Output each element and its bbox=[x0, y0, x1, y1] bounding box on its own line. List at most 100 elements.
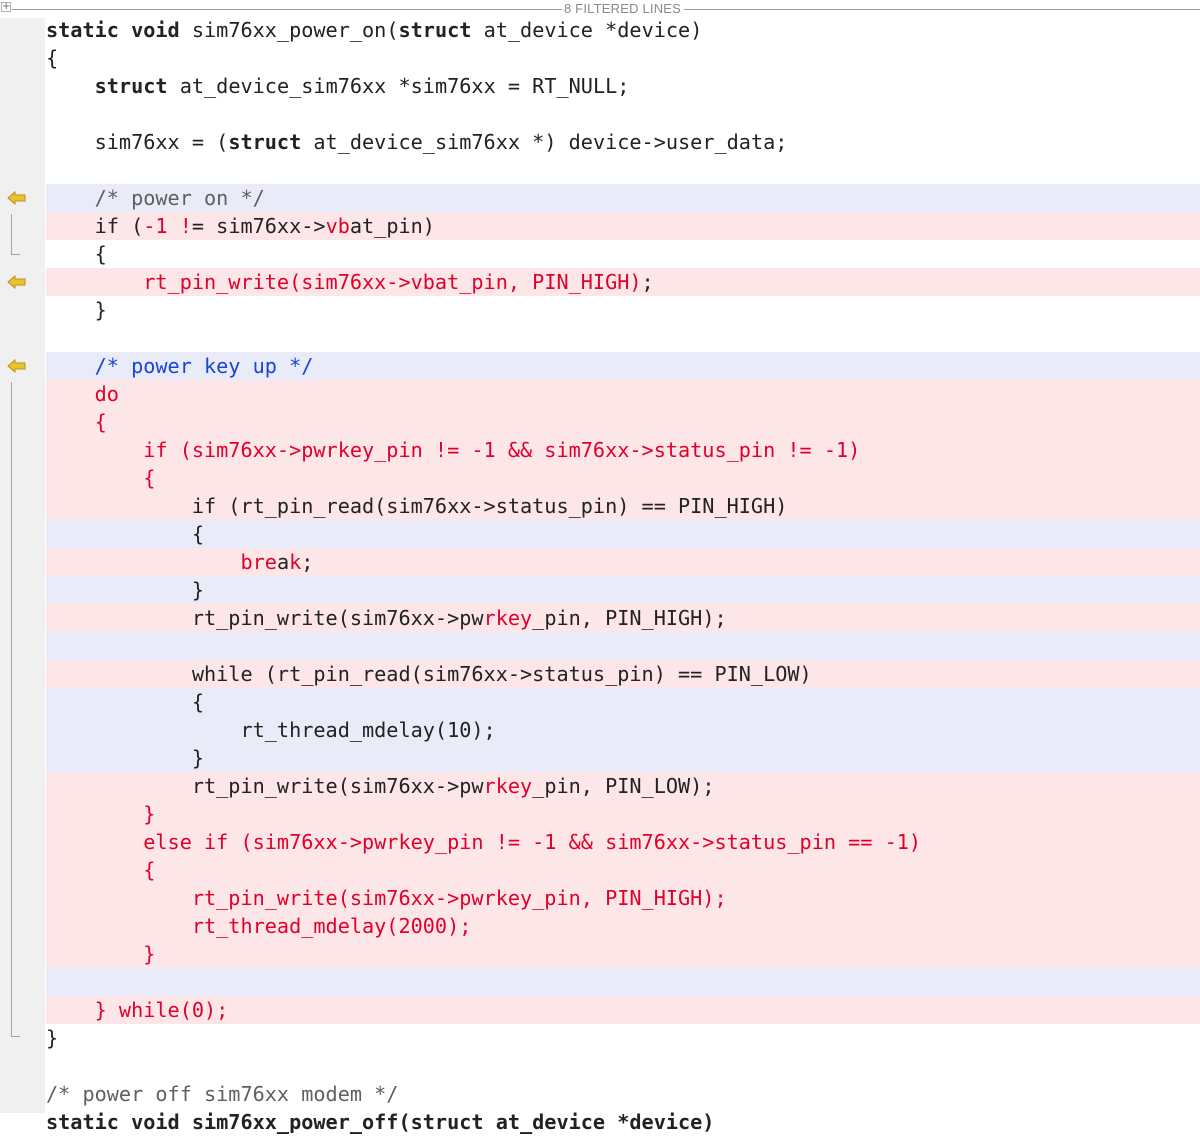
code-line[interactable]: { bbox=[46, 688, 1200, 716]
code-token: { bbox=[46, 242, 107, 266]
code-token: { bbox=[46, 858, 156, 882]
change-bracket bbox=[11, 382, 20, 1037]
code-token: at_pin) bbox=[349, 214, 435, 238]
code-token: } bbox=[46, 1026, 59, 1050]
code-line[interactable] bbox=[46, 968, 1200, 996]
code-token: -1 bbox=[143, 214, 168, 238]
code-token: rkey bbox=[483, 606, 533, 630]
code-token: } bbox=[46, 746, 205, 770]
code-token: at_device_sim76xx *sim76xx = RT_NULL; bbox=[167, 74, 630, 98]
code-line[interactable] bbox=[46, 1052, 1200, 1080]
code-line[interactable]: do bbox=[46, 380, 1200, 408]
code-token: if (sim76xx->pwrkey_pin != -1 && sim76xx… bbox=[46, 438, 861, 462]
code-line[interactable]: { bbox=[46, 520, 1200, 548]
code-line[interactable]: { bbox=[46, 408, 1200, 436]
code-token: bre bbox=[240, 550, 277, 574]
code-token: ; bbox=[301, 550, 314, 574]
code-token: sim76xx = ( bbox=[46, 130, 229, 154]
code-line[interactable]: if (rt_pin_read(sim76xx->status_pin) == … bbox=[46, 492, 1200, 520]
code-token: static void sim76xx_power_off(struct at_… bbox=[46, 1110, 715, 1134]
code-token: { bbox=[46, 410, 107, 434]
code-token: struct bbox=[398, 18, 472, 42]
code-line[interactable]: else if (sim76xx->pwrkey_pin != -1 && si… bbox=[46, 828, 1200, 856]
code-line[interactable]: break; bbox=[46, 548, 1200, 576]
code-token: } while(0); bbox=[46, 998, 229, 1022]
code-token: { bbox=[46, 522, 205, 546]
code-token: else if (sim76xx->pwrkey_pin != -1 && si… bbox=[46, 830, 922, 854]
code-token: = sim76xx-> bbox=[191, 214, 326, 238]
code-line[interactable]: if (sim76xx->pwrkey_pin != -1 && sim76xx… bbox=[46, 436, 1200, 464]
code-line[interactable] bbox=[46, 324, 1200, 352]
code-line[interactable]: } bbox=[46, 576, 1200, 604]
code-line[interactable]: rt_thread_mdelay(2000); bbox=[46, 912, 1200, 940]
code-token: if (rt_pin_read(sim76xx->status_pin) == … bbox=[46, 494, 788, 518]
code-token: { bbox=[46, 46, 59, 70]
code-line[interactable]: static void sim76xx_power_on(struct at_d… bbox=[46, 16, 1200, 44]
code-line[interactable]: } while(0); bbox=[46, 996, 1200, 1024]
code-line[interactable]: if (-1 != sim76xx->vbat_pin) bbox=[46, 212, 1200, 240]
code-token: /* power off sim76xx modem */ bbox=[46, 1082, 399, 1106]
code-line[interactable]: sim76xx = (struct at_device_sim76xx *) d… bbox=[46, 128, 1200, 156]
code-line[interactable]: while (rt_pin_read(sim76xx->status_pin) … bbox=[46, 660, 1200, 688]
code-line[interactable] bbox=[46, 156, 1200, 184]
code-line[interactable]: /* power off sim76xx modem */ bbox=[46, 1080, 1200, 1108]
code-token: _pin, PIN_HIGH); bbox=[532, 606, 727, 630]
diff-gutter bbox=[0, 18, 45, 1113]
code-line[interactable]: static void sim76xx_power_off(struct at_… bbox=[46, 1108, 1200, 1136]
code-token: rt_thread_mdelay(2000); bbox=[46, 914, 472, 938]
code-line[interactable]: { bbox=[46, 44, 1200, 72]
code-token: } bbox=[46, 942, 156, 966]
code-line[interactable]: { bbox=[46, 240, 1200, 268]
code-line[interactable]: } bbox=[46, 744, 1200, 772]
code-line[interactable]: /* power on */ bbox=[46, 184, 1200, 212]
code-token: k bbox=[289, 550, 302, 574]
code-line[interactable] bbox=[46, 632, 1200, 660]
code-token: rt_pin_write(sim76xx->pw bbox=[46, 606, 484, 630]
code-token: if ( bbox=[46, 214, 144, 238]
code-line[interactable]: struct at_device_sim76xx *sim76xx = RT_N… bbox=[46, 72, 1200, 100]
arrow-left-icon[interactable] bbox=[7, 190, 27, 206]
code-line[interactable]: } bbox=[46, 800, 1200, 828]
code-line[interactable]: rt_thread_mdelay(10); bbox=[46, 716, 1200, 744]
code-token: rkey bbox=[483, 774, 533, 798]
code-token: } bbox=[46, 298, 107, 322]
code-token: rt_thread_mdelay(10); bbox=[46, 718, 496, 742]
code-token: { bbox=[46, 466, 156, 490]
code-token: sim76xx_power_on( bbox=[179, 18, 399, 42]
code-token: at_device_sim76xx *) device->user_data; bbox=[301, 130, 788, 154]
code-token: do bbox=[46, 382, 119, 406]
code-token: while (rt_pin_read(sim76xx->status_pin) … bbox=[46, 662, 812, 686]
arrow-left-icon[interactable] bbox=[7, 274, 27, 290]
code-line[interactable]: rt_pin_write(sim76xx->vbat_pin, PIN_HIGH… bbox=[46, 268, 1200, 296]
code-token: vb bbox=[325, 214, 350, 238]
code-line[interactable]: } bbox=[46, 1024, 1200, 1052]
code-token: rt_pin_write(sim76xx->pw bbox=[46, 774, 484, 798]
code-token: /* power on */ bbox=[46, 186, 265, 210]
code-line[interactable]: /* power key up */ bbox=[46, 352, 1200, 380]
code-line[interactable]: rt_pin_write(sim76xx->pwrkey_pin, PIN_HI… bbox=[46, 884, 1200, 912]
code-line[interactable]: } bbox=[46, 296, 1200, 324]
code-token: at_device *device) bbox=[471, 18, 703, 42]
code-token: static void bbox=[46, 18, 180, 42]
code-token: ; bbox=[641, 270, 654, 294]
arrow-left-icon[interactable] bbox=[7, 358, 27, 374]
code-line[interactable]: { bbox=[46, 856, 1200, 884]
code-line[interactable] bbox=[46, 100, 1200, 128]
code-token: ! bbox=[179, 214, 192, 238]
code-line[interactable]: { bbox=[46, 464, 1200, 492]
code-token: rt_pin_write(sim76xx->pwrkey_pin, PIN_HI… bbox=[46, 886, 727, 910]
code-token: rt_pin_write(sim76xx->vbat_pin, PIN_HIGH… bbox=[143, 270, 642, 294]
code-token: } bbox=[46, 578, 205, 602]
code-token: struct bbox=[94, 74, 168, 98]
code-token: _pin, PIN_LOW); bbox=[532, 774, 715, 798]
code-line[interactable]: rt_pin_write(sim76xx->pwrkey_pin, PIN_HI… bbox=[46, 604, 1200, 632]
filter-divider-right bbox=[684, 9, 1200, 10]
code-editor[interactable]: static void sim76xx_power_on(struct at_d… bbox=[46, 16, 1200, 1136]
code-line[interactable]: } bbox=[46, 940, 1200, 968]
code-token: a bbox=[276, 550, 290, 574]
code-line[interactable]: rt_pin_write(sim76xx->pwrkey_pin, PIN_LO… bbox=[46, 772, 1200, 800]
